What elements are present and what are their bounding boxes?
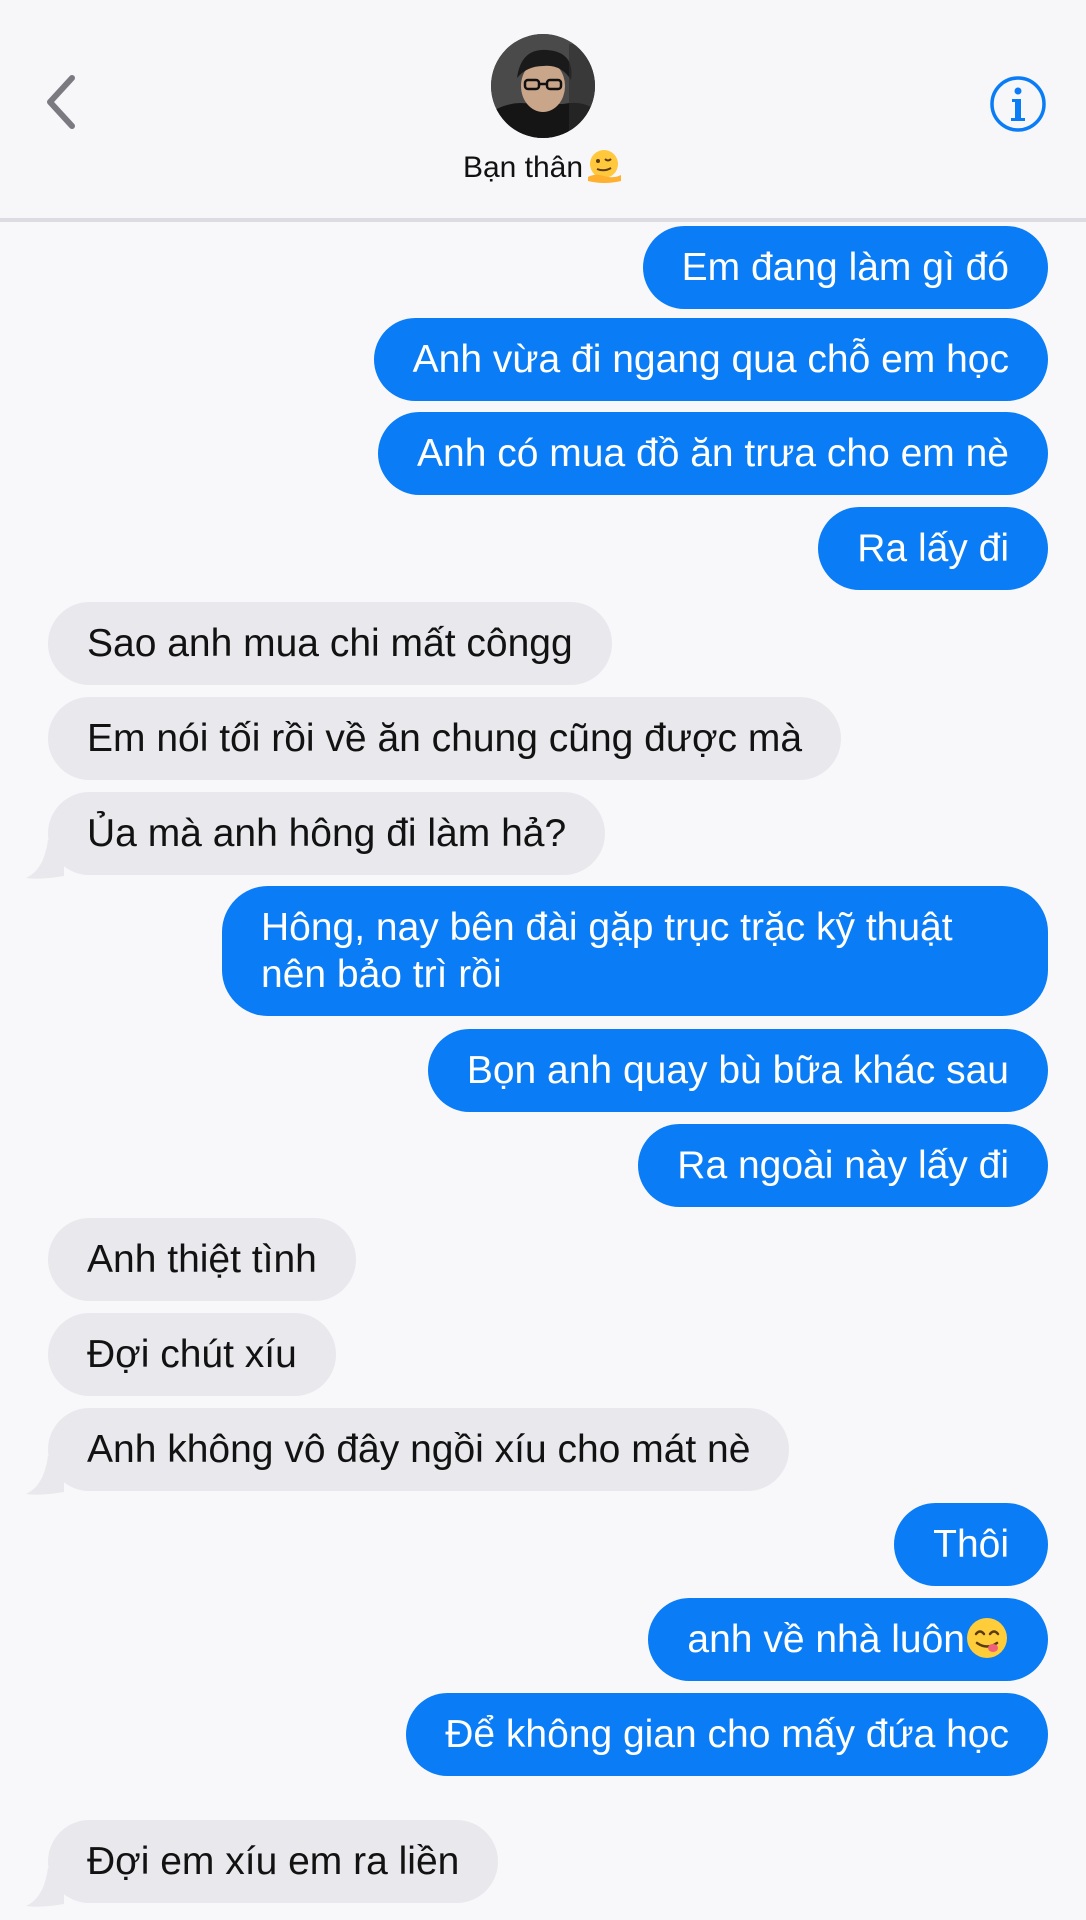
message-text: Thôi [933, 1523, 1009, 1566]
outgoing-message[interactable]: Bọn anh quay bù bữa khác sau [427, 1029, 1048, 1112]
outgoing-message[interactable]: Hông, nay bên đài gặp trục trặc kỹ thuật… [222, 886, 1048, 1016]
message-text: Sao anh mua chi mất côngg [87, 622, 573, 665]
incoming-message[interactable]: Em nói tối rồi về ăn chung cũng được mà [48, 697, 842, 780]
info-circle-icon [990, 76, 1046, 132]
back-button[interactable] [40, 68, 90, 138]
outgoing-message[interactable]: Để không gian cho mấy đứa học [406, 1693, 1048, 1776]
conversation-header: Bạn thân [0, 0, 1086, 222]
outgoing-message[interactable]: Thôi [894, 1503, 1048, 1586]
outgoing-message[interactable]: anh về nhà luôn [648, 1598, 1048, 1681]
message-text: Ra lấy đi [857, 527, 1009, 570]
incoming-message[interactable]: Đợi em xíu em ra liền [48, 1820, 499, 1903]
contact-name-label: Bạn thân [462, 151, 584, 184]
contact-name[interactable]: Bạn thân [0, 146, 1086, 190]
message-text: Đợi chút xíu [87, 1333, 297, 1376]
message-text: Anh thiệt tình [87, 1238, 317, 1281]
outgoing-message[interactable]: Anh có mua đồ ăn trưa cho em nè [378, 412, 1048, 495]
message-text: Anh vừa đi ngang qua chỗ em học [412, 338, 1009, 381]
incoming-message[interactable]: Đợi chút xíu [48, 1313, 336, 1396]
message-text: Ra ngoài này lấy đi [677, 1144, 1009, 1187]
incoming-message[interactable]: Anh không vô đây ngồi xíu cho mát nè [48, 1408, 790, 1491]
message-text: Để không gian cho mấy đứa học [445, 1713, 1009, 1756]
message-text: Đợi em xíu em ra liền [87, 1840, 460, 1883]
message-text: Bọn anh quay bù bữa khác sau [466, 1049, 1009, 1092]
message-text: Ủa mà anh hông đi làm hả? [87, 812, 567, 855]
outgoing-message[interactable]: Ra ngoài này lấy đi [638, 1124, 1048, 1207]
melting-face-icon [588, 150, 622, 183]
message-text: Em đang làm gì đó [681, 246, 1009, 289]
contact-avatar[interactable] [491, 34, 595, 138]
incoming-message[interactable]: Anh thiệt tình [48, 1218, 356, 1301]
message-thread[interactable]: Em đang làm gì đó Anh vừa đi ngang qua c… [0, 224, 1086, 1920]
message-text: Hông, nay bên đài gặp trục trặc kỹ thuật… [261, 906, 953, 996]
outgoing-message[interactable]: Ra lấy đi [818, 507, 1048, 590]
outgoing-message[interactable]: Em đang làm gì đó [642, 226, 1048, 309]
incoming-message[interactable]: Sao anh mua chi mất côngg [48, 602, 612, 685]
yum-face-icon [967, 1618, 1007, 1658]
incoming-message[interactable]: Ủa mà anh hông đi làm hả? [48, 792, 606, 875]
avatar-photo [491, 34, 595, 138]
outgoing-message[interactable]: Anh vừa đi ngang qua chỗ em học [373, 318, 1048, 401]
message-text: Em nói tối rồi về ăn chung cũng được mà [87, 717, 803, 760]
info-button[interactable] [988, 74, 1048, 134]
message-text: Anh có mua đồ ăn trưa cho em nè [417, 432, 1009, 475]
message-text: Anh không vô đây ngồi xíu cho mát nè [87, 1428, 751, 1471]
chevron-left-icon [47, 75, 75, 129]
message-text: anh về nhà luôn [687, 1618, 965, 1661]
